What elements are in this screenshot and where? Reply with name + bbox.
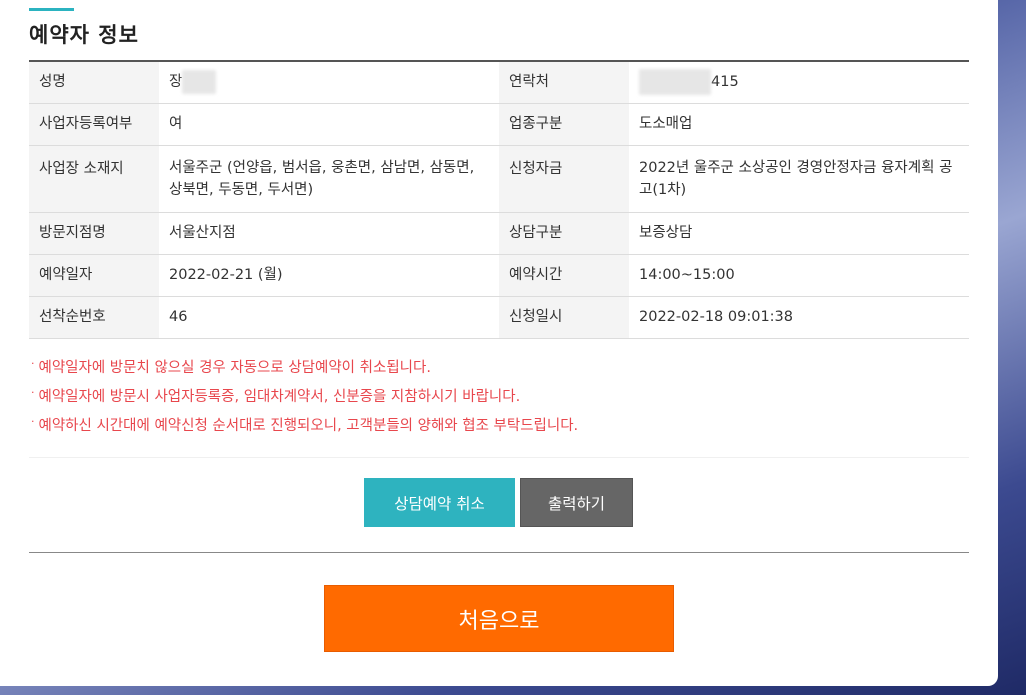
business-registration-value: 여 (159, 103, 499, 146)
consult-type-label: 상담구분 (499, 212, 629, 255)
funding-value: 2022년 울주군 소상공인 경영안정자금 융자계획 공고(1차) (629, 145, 969, 213)
business-registration-label: 사업자등록여부 (29, 103, 159, 146)
redacted-name (182, 70, 217, 95)
business-location-label: 사업장 소재지 (29, 145, 159, 213)
business-location-value: 서울주군 (언양읍, 범서읍, 웅촌면, 삼남면, 삼동면, 상북면, 두동면,… (159, 145, 499, 213)
notice-item: · 예약일자에 방문치 않으실 경우 자동으로 상담예약이 취소됩니다. (31, 356, 578, 385)
table-row: 선착순번호 46 신청일시 2022-02-18 09:01:38 (29, 296, 969, 339)
section-title: 예약자 정보 (29, 23, 139, 47)
notice-item: · 예약일자에 방문시 사업자등록증, 임대차계약서, 신분증을 지참하시기 바… (31, 385, 578, 414)
divider (29, 457, 969, 458)
reservation-date-value: 2022-02-21 (월) (159, 254, 499, 297)
notice-item: · 예약하신 시간대에 예약신청 순서대로 진행되오니, 고객분들의 양해와 협… (31, 414, 578, 443)
reservation-time-value: 14:00~15:00 (629, 254, 969, 297)
contact-value: 415 (629, 61, 969, 104)
reservation-date-label: 예약일자 (29, 254, 159, 297)
cancel-reservation-button[interactable]: 상담예약 취소 (364, 478, 515, 527)
table-row: 사업장 소재지 서울주군 (언양읍, 범서읍, 웅촌면, 삼남면, 삼동면, 상… (29, 145, 969, 213)
reservation-panel: 예약자 정보 성명 장 연락처 415 사업자등록여부 여 업종구분 도소매업 … (0, 0, 998, 686)
notice-text: 예약하신 시간대에 예약신청 순서대로 진행되오니, 고객분들의 양해와 협조 … (38, 418, 579, 434)
consult-type-value: 보증상담 (629, 212, 969, 255)
notice-text: 예약일자에 방문치 않으실 경우 자동으로 상담예약이 취소됩니다. (38, 360, 431, 376)
queue-number-value: 46 (159, 296, 499, 339)
industry-value: 도소매업 (629, 103, 969, 146)
name-label: 성명 (29, 61, 159, 104)
table-row: 성명 장 연락처 415 (29, 61, 969, 104)
redacted-phone (639, 69, 711, 96)
contact-label: 연락처 (499, 61, 629, 104)
branch-value: 서울산지점 (159, 212, 499, 255)
home-button[interactable]: 처음으로 (324, 585, 674, 652)
title-accent-bar (29, 8, 74, 11)
bullet-icon: · (31, 386, 35, 399)
table-row: 방문지점명 서울산지점 상담구분 보증상담 (29, 212, 969, 255)
bullet-icon: · (31, 415, 35, 428)
table-row: 예약일자 2022-02-21 (월) 예약시간 14:00~15:00 (29, 254, 969, 297)
reservation-time-label: 예약시간 (499, 254, 629, 297)
table-row: 사업자등록여부 여 업종구분 도소매업 (29, 103, 969, 146)
name-value: 장 (159, 61, 499, 104)
reservation-info-table: 성명 장 연락처 415 사업자등록여부 여 업종구분 도소매업 사업장 소재지… (29, 60, 969, 339)
industry-label: 업종구분 (499, 103, 629, 146)
bullet-icon: · (31, 357, 35, 370)
branch-label: 방문지점명 (29, 212, 159, 255)
queue-number-label: 선착순번호 (29, 296, 159, 339)
name-text: 장 (169, 74, 183, 91)
notice-text: 예약일자에 방문시 사업자등록증, 임대차계약서, 신분증을 지참하시기 바랍니… (38, 389, 521, 405)
print-button[interactable]: 출력하기 (520, 478, 633, 527)
funding-label: 신청자금 (499, 145, 629, 213)
notice-list: · 예약일자에 방문치 않으실 경우 자동으로 상담예약이 취소됩니다. · 예… (31, 356, 578, 443)
contact-text: 415 (711, 74, 739, 91)
application-datetime-value: 2022-02-18 09:01:38 (629, 296, 969, 339)
application-datetime-label: 신청일시 (499, 296, 629, 339)
divider (29, 552, 969, 553)
